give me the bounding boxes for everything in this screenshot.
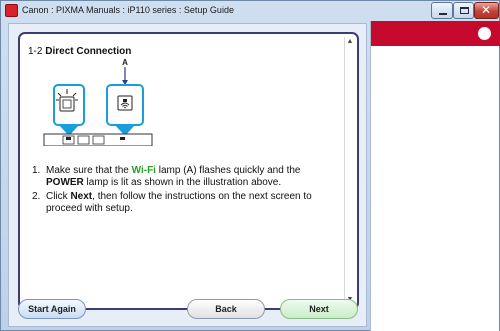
instruction-step-1: 1. Make sure that the Wi-Fi lamp (A) flas… xyxy=(32,165,301,188)
scroll-up-arrow-icon[interactable]: ▲ xyxy=(345,37,355,47)
minimize-button[interactable] xyxy=(431,2,453,19)
guide-pane: 1-2 Direct Connection A 1. Make sure tha… xyxy=(8,23,367,327)
minimize-icon xyxy=(439,13,447,15)
wifi-lamp-text: Wi-Fi xyxy=(131,165,156,176)
maximize-icon xyxy=(460,7,469,14)
printer-control-panel xyxy=(43,133,153,146)
title-bar[interactable]: Canon : PIXMA Manuals : iP110 series : S… xyxy=(1,1,500,21)
printer-lamps-illustration: A xyxy=(43,58,153,146)
start-again-button[interactable]: Start Again xyxy=(18,299,86,319)
banner-circle-icon xyxy=(478,27,491,40)
instruction-panel: 1-2 Direct Connection A 1. Make sure tha… xyxy=(18,32,359,310)
power-lamp-text: POWER xyxy=(46,177,84,188)
next-button[interactable]: Next xyxy=(280,299,358,319)
power-lamp-callout xyxy=(53,84,85,136)
close-icon: ✕ xyxy=(481,3,492,17)
wifi-lamp-callout xyxy=(106,84,144,136)
instruction-step-2: 2. Click Next, then follow the instructio… xyxy=(32,191,312,214)
canon-red-banner xyxy=(371,21,500,46)
back-button[interactable]: Back xyxy=(187,299,265,319)
instruction-list: 1. Make sure that the Wi-Fi lamp (A) flas… xyxy=(28,165,338,217)
application-window: Canon : PIXMA Manuals : iP110 series : S… xyxy=(0,0,500,331)
callout-label-a: A xyxy=(122,58,128,67)
canon-app-icon xyxy=(5,4,18,17)
side-pane xyxy=(370,21,500,331)
maximize-button[interactable] xyxy=(453,2,474,19)
wifi-lamp-icon xyxy=(117,95,133,111)
close-button[interactable]: ✕ xyxy=(474,2,499,19)
window-title: Canon : PIXMA Manuals : iP110 series : S… xyxy=(22,5,234,15)
vertical-scrollbar[interactable]: ▲ ▼ xyxy=(344,37,354,305)
